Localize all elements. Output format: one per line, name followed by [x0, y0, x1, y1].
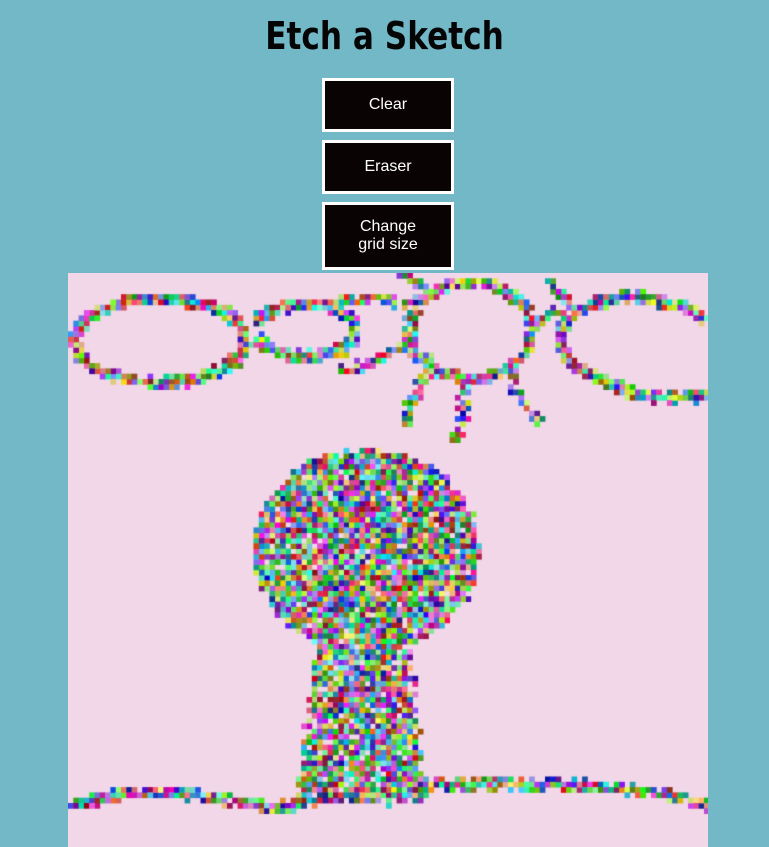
sketch-drawing[interactable]: [68, 273, 708, 847]
eraser-button[interactable]: Eraser: [322, 140, 454, 194]
change-grid-size-button[interactable]: Change grid size: [322, 202, 454, 270]
clear-button[interactable]: Clear: [322, 78, 454, 132]
sketch-grid[interactable]: [68, 273, 708, 847]
page-title: Etch a Sketch: [265, 14, 504, 58]
